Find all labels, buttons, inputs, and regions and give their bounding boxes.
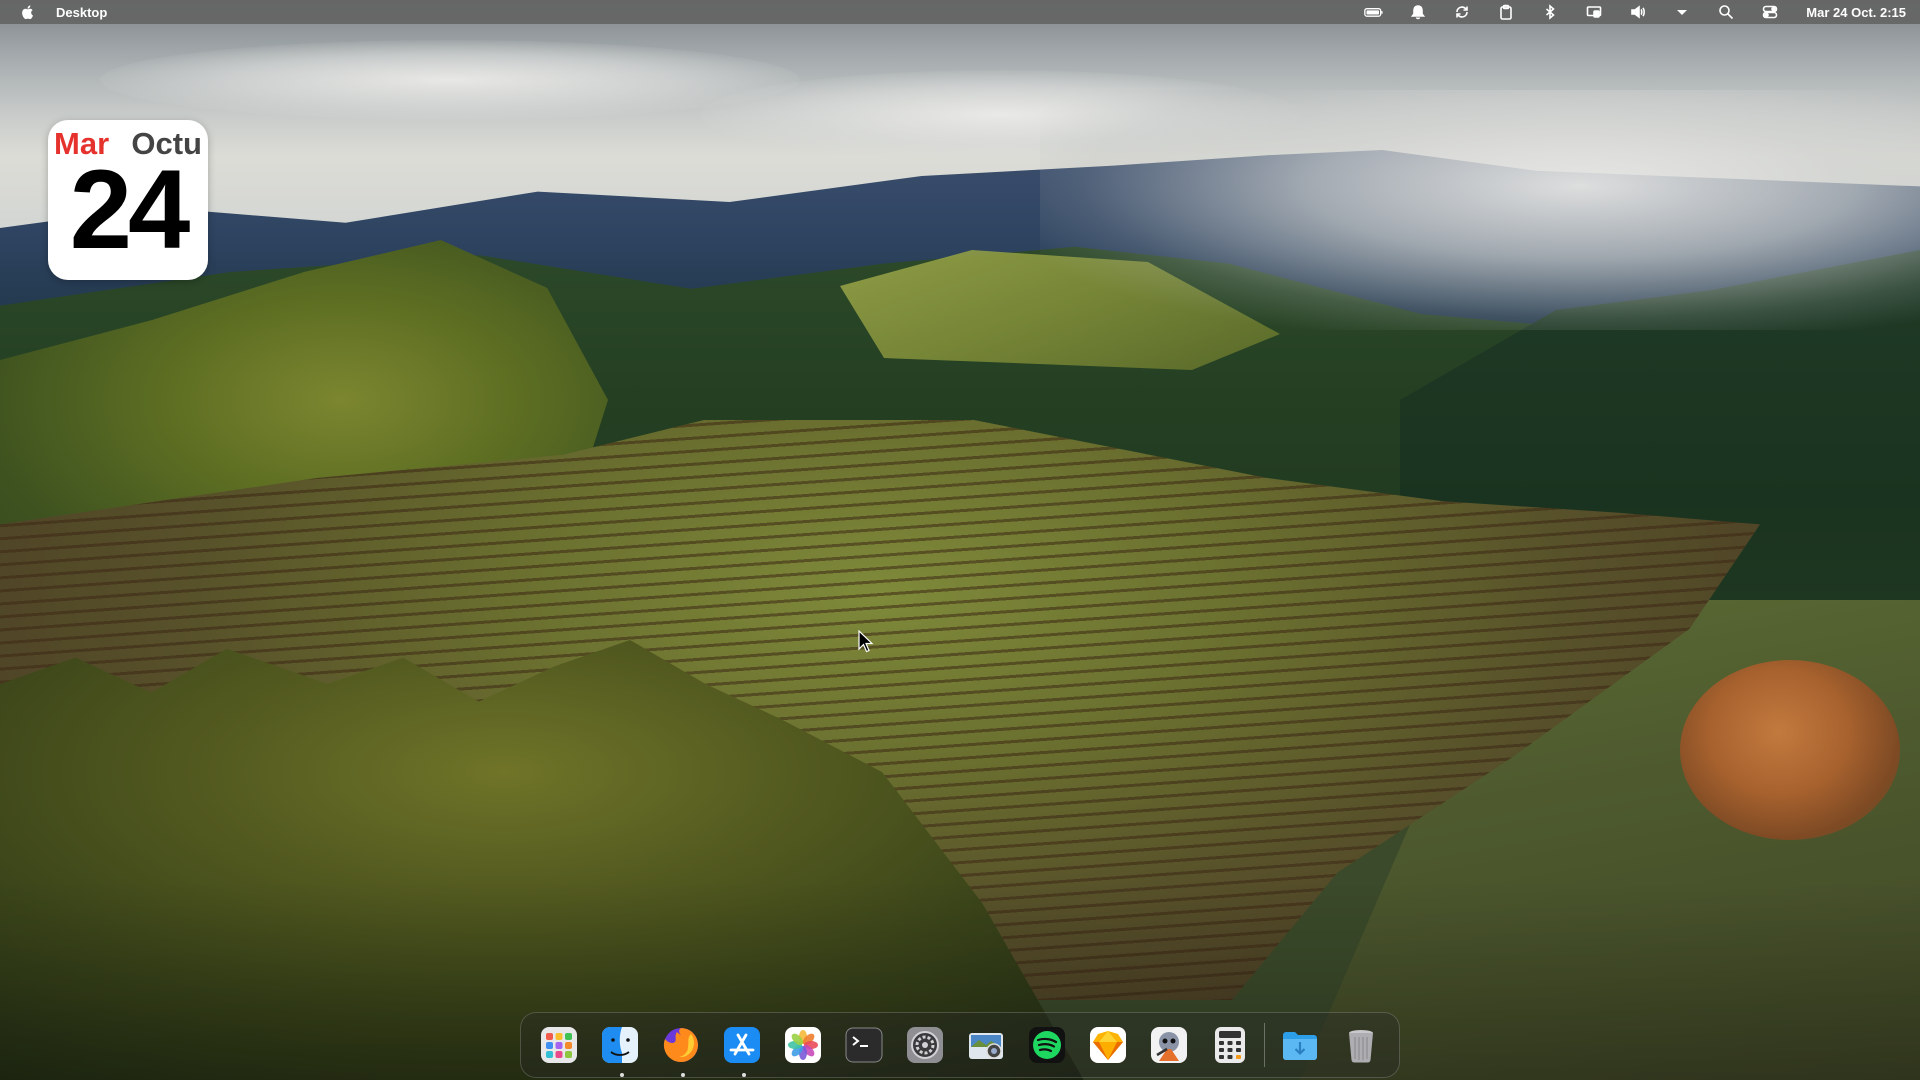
- image-capture-icon: [969, 1033, 1004, 1059]
- dock-item-app-store[interactable]: [720, 1021, 765, 1077]
- sync-icon[interactable]: [1452, 4, 1472, 20]
- app-store-icon: [724, 1027, 761, 1063]
- running-indicator: [680, 1073, 685, 1077]
- clipboard-icon[interactable]: [1496, 4, 1516, 20]
- apple-icon[interactable]: [20, 4, 36, 20]
- volume-icon[interactable]: [1628, 4, 1648, 20]
- launchpad-icon: [541, 1027, 578, 1063]
- dock-item-photos[interactable]: [781, 1021, 826, 1069]
- finder-icon: [602, 1027, 639, 1063]
- wallpaper-cloud: [100, 40, 800, 120]
- dock-item-automator[interactable]: [1146, 1021, 1191, 1069]
- menu-bar-clock[interactable]: Mar 24 Oct. 2:15: [1806, 5, 1906, 20]
- spotify-icon: [1028, 1027, 1065, 1063]
- wallpaper-fog: [1040, 90, 1920, 330]
- system-preferences-icon: [907, 1027, 944, 1063]
- photos-icon: [785, 1027, 822, 1063]
- calendar-day-number: 24: [69, 147, 191, 272]
- dock-item-calculator[interactable]: [1207, 1021, 1252, 1069]
- downloads-folder-icon: [1282, 1032, 1317, 1060]
- trash-icon: [1348, 1030, 1373, 1063]
- sketch-icon: [1089, 1027, 1126, 1063]
- dock-item-terminal[interactable]: [842, 1021, 887, 1069]
- dock-item-trash[interactable]: [1338, 1021, 1383, 1069]
- bluetooth-icon[interactable]: [1540, 4, 1560, 20]
- dock-item-finder[interactable]: [598, 1021, 643, 1077]
- dropdown-arrow-icon[interactable]: [1672, 4, 1692, 20]
- calculator-icon: [1214, 1027, 1245, 1063]
- dock-item-firefox[interactable]: [659, 1021, 704, 1077]
- dock-item-downloads[interactable]: [1277, 1021, 1322, 1069]
- active-app-name[interactable]: Desktop: [56, 5, 107, 20]
- control-center-icon[interactable]: [1760, 4, 1780, 20]
- running-indicator: [619, 1073, 624, 1077]
- dock-separator: [1264, 1023, 1266, 1067]
- dock-item-launchpad[interactable]: [537, 1021, 582, 1069]
- dock: [520, 1012, 1400, 1078]
- dock-item-image-capture[interactable]: [964, 1021, 1009, 1069]
- calendar-widget[interactable]: Mar Octu 24: [48, 120, 208, 280]
- mouse-cursor-icon: [858, 630, 874, 653]
- firefox-icon: [664, 1028, 699, 1063]
- screen-mirroring-icon[interactable]: [1584, 4, 1604, 20]
- dock-item-sketch[interactable]: [1085, 1021, 1130, 1069]
- desktop[interactable]: Desktop Mar 24 Oct. 2:15 Mar Octu 24: [0, 0, 1920, 1080]
- wallpaper-autumn-tree: [1680, 660, 1900, 840]
- running-indicator: [741, 1073, 746, 1077]
- search-icon[interactable]: [1716, 4, 1736, 20]
- automator-icon: [1150, 1027, 1187, 1063]
- dock-item-system-preferences[interactable]: [903, 1021, 948, 1069]
- notification-bell-icon[interactable]: [1408, 4, 1428, 20]
- menu-bar: Desktop Mar 24 Oct. 2:15: [0, 0, 1920, 24]
- terminal-icon: [845, 1027, 883, 1063]
- battery-icon[interactable]: [1364, 4, 1384, 20]
- dock-item-spotify[interactable]: [1025, 1021, 1070, 1069]
